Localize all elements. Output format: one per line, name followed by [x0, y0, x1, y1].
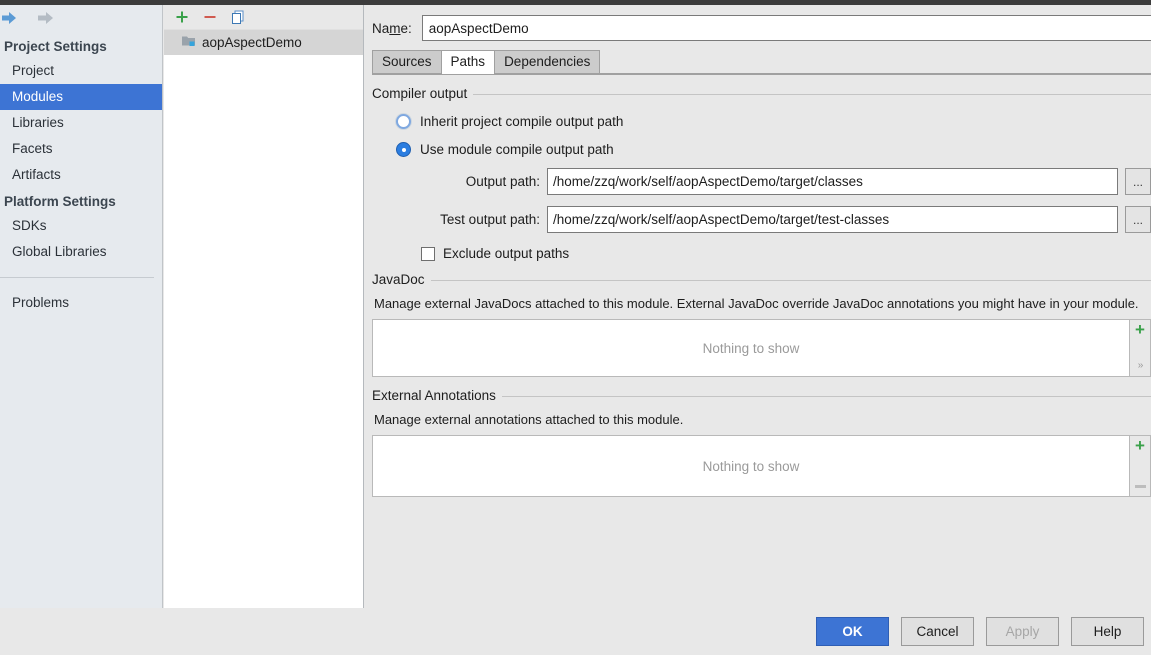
javadoc-empty-text: Nothing to show [702, 340, 800, 356]
sidebar-item-artifacts[interactable]: Artifacts [0, 162, 162, 188]
arrow-left-icon[interactable] [0, 10, 22, 28]
compiler-output-section: Compiler output Inherit project compile … [372, 86, 1151, 261]
minus-icon [1134, 485, 1146, 488]
ok-button[interactable]: OK [816, 617, 889, 646]
plus-icon[interactable] [174, 9, 190, 25]
module-settings-content: Name: Sources Paths Dependencies Compile… [365, 5, 1151, 608]
test-output-path-input[interactable] [547, 206, 1118, 233]
javadoc-header: JavaDoc [372, 272, 1151, 287]
radio-use-module-output[interactable]: Use module compile output path [396, 142, 1151, 157]
module-name-label: Name: [372, 20, 412, 36]
module-folder-icon [181, 34, 196, 51]
output-path-input[interactable] [547, 168, 1118, 195]
external-annotations-description: Manage external annotations attached to … [374, 412, 684, 427]
chevron-double-right-icon[interactable]: » [1138, 361, 1143, 371]
output-path-browse-button[interactable]: ... [1125, 168, 1151, 195]
sidebar-item-facets[interactable]: Facets [0, 136, 162, 162]
sidebar-divider [0, 277, 154, 278]
plus-icon[interactable]: + [1135, 437, 1145, 454]
module-tabs: Sources Paths Dependencies [365, 49, 1151, 74]
javadoc-description: Manage external JavaDocs attached to thi… [374, 296, 1139, 311]
section-rule [430, 280, 1151, 281]
test-output-path-label: Test output path: [440, 212, 540, 227]
sidebar-item-global-libraries[interactable]: Global Libraries [0, 239, 162, 265]
radio-off-icon [396, 114, 411, 129]
radio-inherit-label: Inherit project compile output path [420, 114, 624, 129]
external-annotations-side-toolbar: + [1130, 435, 1151, 497]
external-annotations-title: External Annotations [372, 388, 496, 403]
javadoc-title: JavaDoc [372, 272, 425, 287]
radio-module-label: Use module compile output path [420, 142, 614, 157]
arrow-right-icon[interactable] [34, 10, 56, 28]
minus-icon[interactable] [202, 9, 218, 25]
section-rule [473, 94, 1151, 95]
plus-icon[interactable]: + [1135, 321, 1145, 338]
module-name-input[interactable] [421, 15, 1151, 41]
sidebar-item-libraries[interactable]: Libraries [0, 110, 162, 136]
sidebar-item-modules[interactable]: Modules [0, 84, 162, 110]
settings-sidebar: Project Settings Project Modules Librari… [0, 5, 163, 608]
javadoc-side-toolbar: + » [1130, 319, 1151, 377]
external-annotations-section: External Annotations Manage external ann… [372, 388, 1151, 497]
javadoc-list-wrap: Nothing to show + » [372, 319, 1151, 377]
project-structure-dialog: Project Settings Project Modules Librari… [0, 0, 1151, 655]
exclude-output-paths-label: Exclude output paths [443, 246, 570, 261]
tab-dependencies[interactable]: Dependencies [494, 50, 601, 74]
dialog-button-bar: OK Cancel Apply Help [0, 608, 1151, 655]
section-rule [501, 396, 1151, 397]
apply-button: Apply [986, 617, 1059, 646]
checkbox-unchecked-icon [421, 246, 435, 261]
tab-sources[interactable]: Sources [372, 50, 442, 74]
sidebar-group-platform-settings: Platform Settings [4, 194, 116, 209]
radio-inherit-project-output[interactable]: Inherit project compile output path [396, 114, 1151, 129]
compiler-output-header: Compiler output [372, 86, 1151, 101]
output-path-row: Output path: ... [372, 168, 1151, 195]
tab-paths[interactable]: Paths [440, 50, 496, 74]
external-annotations-empty-text: Nothing to show [702, 458, 800, 474]
sidebar-item-problems[interactable]: Problems [0, 290, 162, 316]
external-annotations-header: External Annotations [372, 388, 1151, 403]
navigation-arrows [0, 5, 162, 33]
tab-pane-top-border [372, 74, 1151, 75]
help-button[interactable]: Help [1071, 617, 1144, 646]
compiler-output-title: Compiler output [372, 86, 468, 101]
external-annotations-list-wrap: Nothing to show + [372, 435, 1151, 497]
modules-list-panel: aopAspectDemo [164, 5, 364, 608]
modules-toolbar [164, 5, 363, 30]
output-path-label: Output path: [465, 174, 540, 189]
sidebar-item-project[interactable]: Project [0, 58, 162, 84]
javadoc-list[interactable]: Nothing to show [372, 319, 1130, 377]
radio-on-icon [396, 142, 411, 157]
test-output-path-row: Test output path: ... [372, 206, 1151, 233]
module-name-row: Name: [365, 5, 1151, 49]
exclude-output-paths-checkbox-row[interactable]: Exclude output paths [421, 246, 1151, 261]
javadoc-section: JavaDoc Manage external JavaDocs attache… [372, 272, 1151, 377]
list-item-label: aopAspectDemo [202, 35, 302, 50]
cancel-button[interactable]: Cancel [901, 617, 974, 646]
sidebar-item-sdks[interactable]: SDKs [0, 213, 162, 239]
sidebar-group-project-settings: Project Settings [4, 39, 107, 54]
test-output-path-browse-button[interactable]: ... [1125, 206, 1151, 233]
list-item[interactable]: aopAspectDemo [164, 30, 363, 55]
copy-icon[interactable] [230, 9, 246, 25]
external-annotations-list[interactable]: Nothing to show [372, 435, 1130, 497]
